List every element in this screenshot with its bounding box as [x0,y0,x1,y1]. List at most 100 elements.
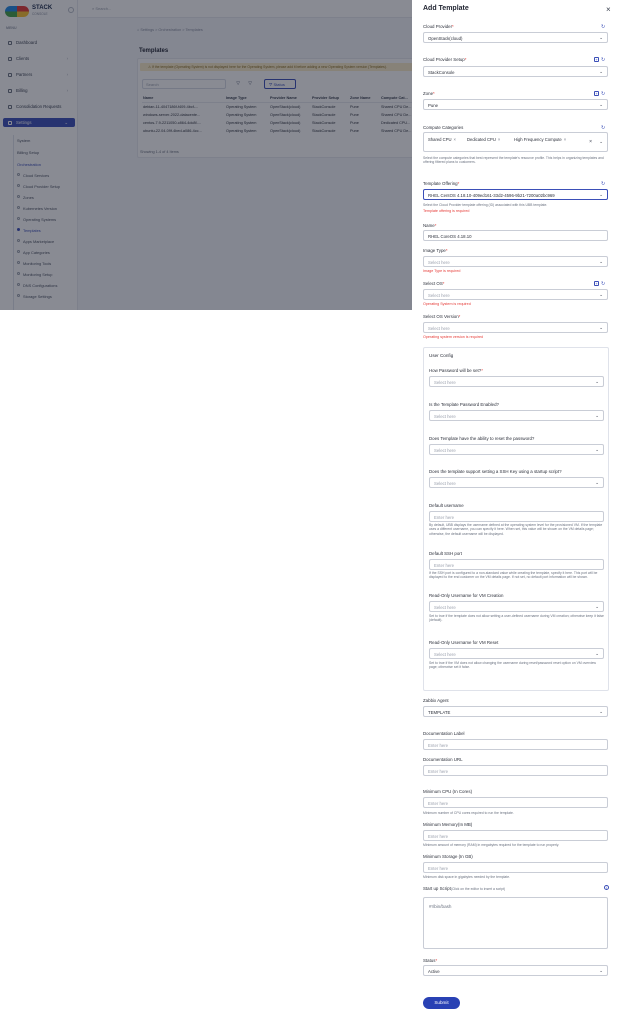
min-memory-label: Minimum Memory(In MB) [423,822,473,827]
password-enabled-select[interactable]: Select here ⌄ [429,410,604,421]
compute-categories-help: Select the compute categories that best … [423,156,604,165]
ssh-key-select[interactable]: Select here ⌄ [429,477,604,488]
template-offering-error: Template offering is required [423,209,470,213]
chevron-down-icon: ⌄ [599,191,603,197]
compute-categories-multiselect[interactable]: Shared CPU × Dedicated CPU × High Frequenc… [423,132,608,152]
refresh-icon[interactable]: ↻ [601,125,605,131]
zabbix-agent-label: Zabbix Agent [423,698,449,703]
add-icon[interactable]: + [594,281,599,286]
chevron-down-icon: ⌄ [595,412,599,418]
readonly-reset-select[interactable]: Select here ⌄ [429,648,604,659]
default-username-help: By default, UBB displays the username de… [429,523,603,536]
chevron-down-icon: ⌄ [599,34,603,40]
default-username-input[interactable]: Enter here [429,511,604,522]
chip-dedicated-cpu: Dedicated CPU × [467,137,501,142]
chevron-down-icon: ⌄ [599,258,603,264]
chevron-down-icon[interactable]: ⌄ [599,139,603,145]
add-template-panel: Add Template × Cloud Provider* ↻ OpenSta… [412,0,619,1024]
chip-remove-icon[interactable]: × [498,137,500,142]
documentation-url-label: Documentation URL [423,757,463,762]
min-storage-help: Minimum disk space in gigabytes needed b… [423,875,511,879]
close-icon[interactable]: × [606,5,611,14]
refresh-icon[interactable]: ↻ [601,281,605,287]
image-type-error: Image Type is required [423,269,461,273]
cloud-provider-select[interactable]: OpenStack(cloud) ⌄ [423,32,608,43]
refresh-icon[interactable]: ↻ [601,91,605,97]
modal-overlay[interactable] [0,0,412,310]
chip-high-frequency-compute: High Frequency Compute × [514,137,567,142]
zone-select[interactable]: Pune ⌄ [423,99,608,110]
refresh-icon[interactable]: ↻ [601,24,605,30]
template-offering-label: Template Offering* [423,181,460,186]
select-os-version-error: Operating system version is required [423,335,484,339]
chevron-down-icon: ⌄ [595,603,599,609]
add-icon[interactable]: + [594,91,599,96]
readonly-creation-label: Read-Only Username for VM Creation [429,593,504,598]
default-ssh-port-input[interactable]: Enter here [429,559,604,570]
chip-remove-icon[interactable]: × [564,137,566,142]
refresh-icon[interactable]: ↻ [601,57,605,63]
chevron-down-icon: ⌄ [595,650,599,656]
ssh-key-label: Does the template support setting a SSH … [429,469,562,474]
readonly-creation-help: Set to true if the template does not all… [429,614,604,623]
chevron-down-icon: ⌄ [599,967,603,973]
default-username-label: Default username [429,503,464,508]
reset-password-select[interactable]: Select here ⌄ [429,444,604,455]
submit-button[interactable]: Submit [423,997,460,1009]
cloud-provider-label: Cloud Provider* [423,24,454,29]
cloud-provider-setup-label: Cloud Provider Setup* [423,57,467,62]
select-os-version-select[interactable]: Select here ⌄ [423,322,608,333]
min-memory-input[interactable]: Enter here [423,830,608,841]
password-set-label: How Password will be set?* [429,368,483,373]
compute-categories-label: Compute Categories [423,125,464,130]
startup-script-label: Start up Script(Click on the editor to i… [423,886,506,891]
password-enabled-label: Is the Template Password Enabled? [429,402,499,407]
zone-label: Zone* [423,91,435,96]
startup-script-editor[interactable]: #!/bin/bash [423,897,608,949]
readonly-creation-select[interactable]: Select here ⌄ [429,601,604,612]
name-label: Name* [423,223,437,228]
password-set-select[interactable]: Select here ⌄ [429,376,604,387]
cloud-provider-setup-select[interactable]: StackConsole ⌄ [423,66,608,77]
documentation-label-label: Documentation Label [423,731,465,736]
name-input[interactable]: RHEL CoreOS 4.18.10 [423,230,608,241]
status-label: Status* [423,958,438,963]
select-os-select[interactable]: Select here ⌄ [423,289,608,300]
min-cpu-input[interactable]: Enter here [423,797,608,808]
select-os-label: Select OS* [423,281,445,286]
add-icon[interactable]: + [594,57,599,62]
panel-title: Add Template [423,5,469,12]
min-cpu-help: Minimum number of CPU cores required to … [423,811,514,815]
chevron-down-icon: ⌄ [595,446,599,452]
chevron-down-icon: ⌄ [599,708,603,714]
user-config-title: User Config [429,353,454,358]
chevron-down-icon: ⌄ [595,479,599,485]
reset-password-label: Does Template have the ability to reset … [429,436,535,441]
min-storage-input[interactable]: Enter here [423,862,608,873]
chevron-down-icon: ⌄ [599,68,603,74]
refresh-icon[interactable]: ↻ [601,181,605,187]
info-icon[interactable]: i [604,885,609,890]
clear-icon[interactable]: × [589,139,592,145]
min-cpu-label: Minimum CPU (In Cores) [423,789,473,794]
chip-remove-icon[interactable]: × [454,137,456,142]
documentation-label-input[interactable]: Enter here [423,739,608,750]
default-ssh-port-label: Default SSH port [429,551,462,556]
chip-shared-cpu: Shared CPU × [428,137,456,142]
readonly-reset-help: Set to true if the VM does not allow cha… [429,661,596,670]
zabbix-agent-select[interactable]: TEMPLATE ⌄ [423,706,608,717]
documentation-url-input[interactable]: Enter here [423,765,608,776]
chevron-down-icon: ⌄ [599,101,603,107]
chevron-down-icon: ⌄ [595,378,599,384]
select-os-version-label: Select OS Version* [423,314,461,319]
chevron-down-icon: ⌄ [599,324,603,330]
image-type-label: Image Type* [423,248,448,253]
select-os-error: Operating System is required [423,302,471,306]
min-memory-help: Minimum amount of memory (RAM) in megaby… [423,843,560,847]
status-select[interactable]: Active ⌄ [423,965,608,976]
readonly-reset-label: Read-Only Username for VM Reset [429,640,499,645]
chevron-down-icon: ⌄ [599,291,603,297]
template-offering-select[interactable]: RHEL CentOS 4.18.10-409ed161-33d2-4596-9… [423,189,608,200]
default-ssh-port-help: If the SSH port is configured to a non-s… [429,571,598,580]
image-type-select[interactable]: Select here ⌄ [423,256,608,267]
